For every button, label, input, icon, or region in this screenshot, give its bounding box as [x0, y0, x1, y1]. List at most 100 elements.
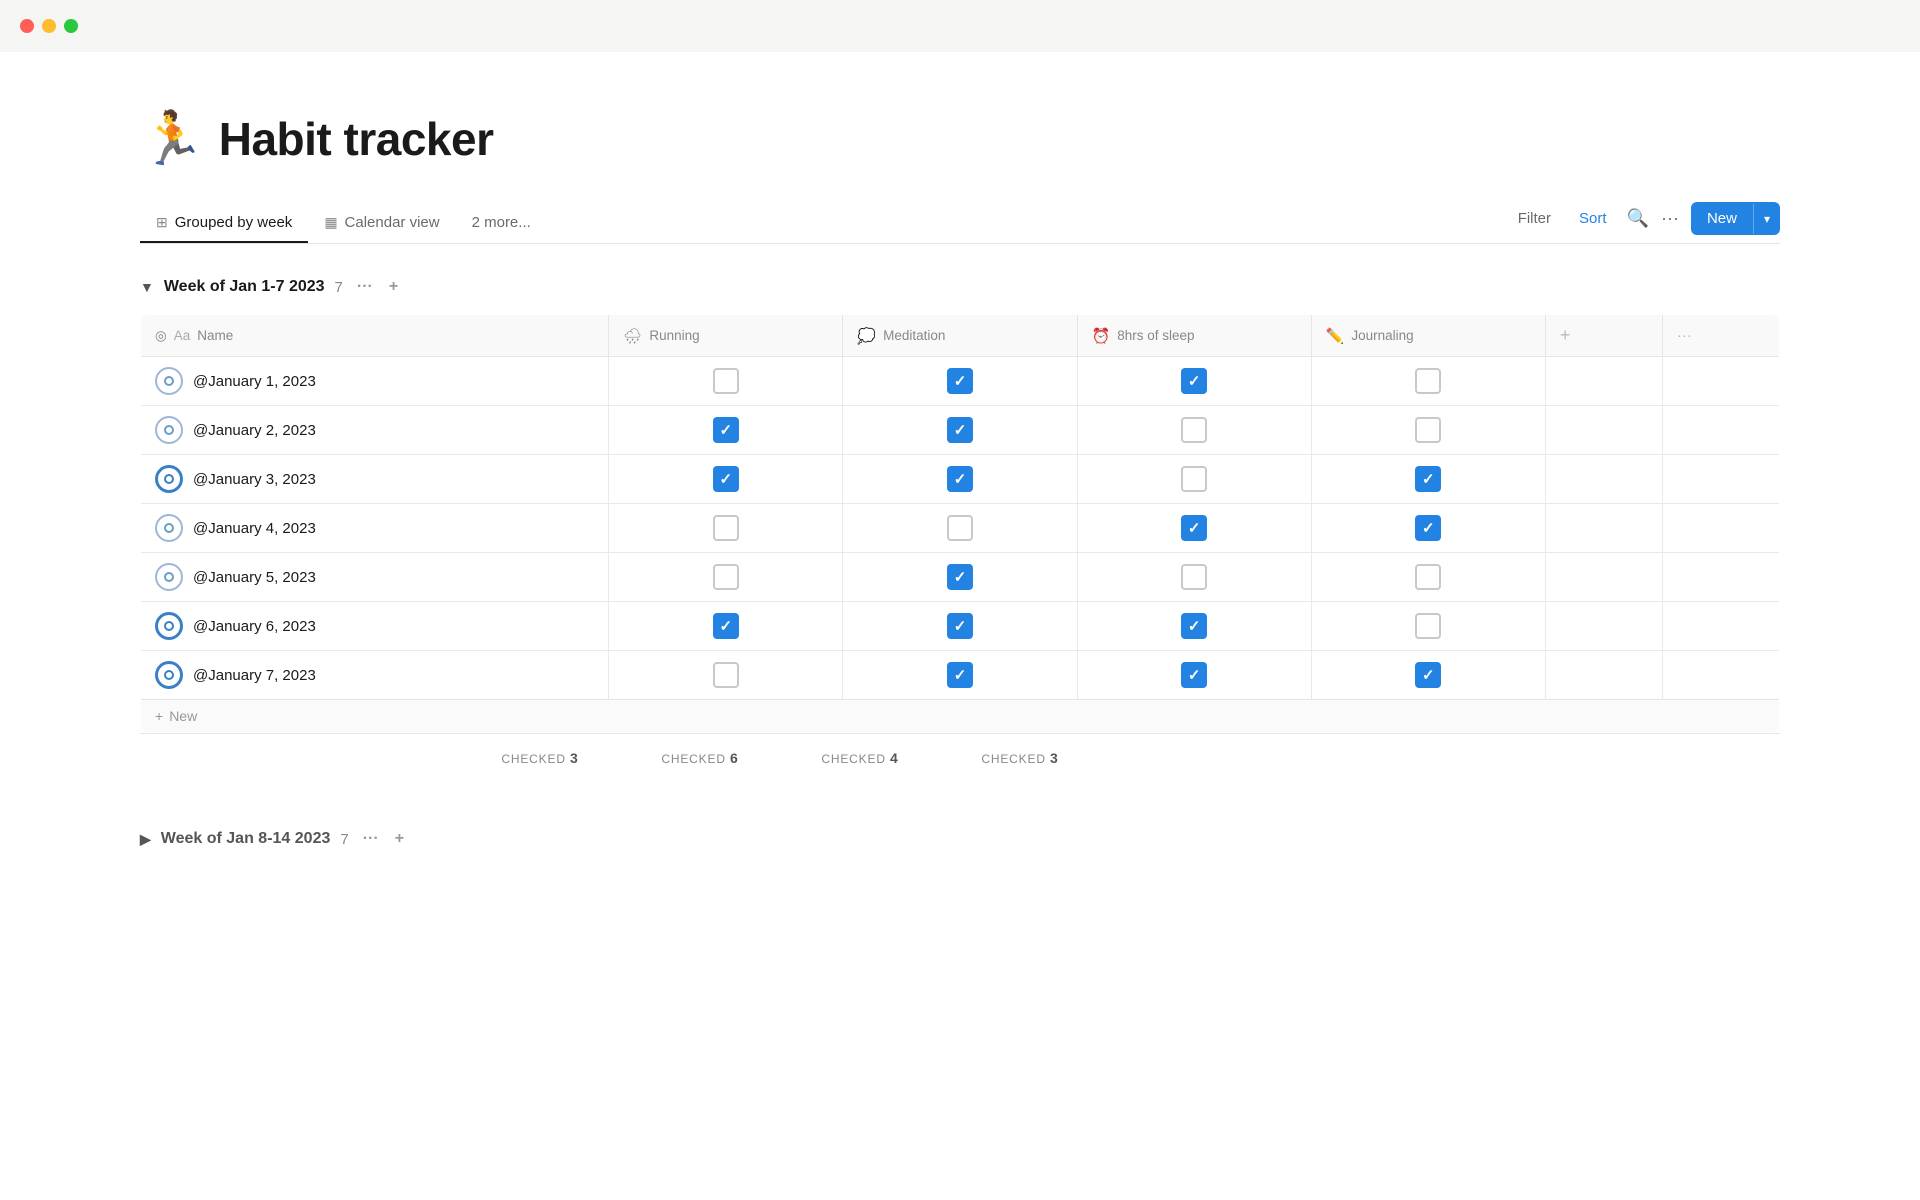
checkbox-checked-icon[interactable] [947, 662, 973, 688]
checkbox-running[interactable] [609, 455, 843, 504]
col-header-more[interactable]: ··· [1662, 315, 1779, 357]
col-header-meditation-label: Meditation [883, 328, 945, 343]
checkbox-meditation[interactable] [843, 357, 1077, 406]
checkbox-checked-icon[interactable] [947, 613, 973, 639]
checkbox-sleep[interactable] [1077, 651, 1311, 700]
checkbox-meditation[interactable] [843, 455, 1077, 504]
checkbox-sleep[interactable] [1077, 602, 1311, 651]
checkbox-sleep[interactable] [1077, 357, 1311, 406]
checkbox-journaling[interactable] [1311, 553, 1545, 602]
checkbox-checked-icon[interactable] [713, 466, 739, 492]
entry-name[interactable]: @January 7, 2023 [193, 667, 316, 684]
checkbox-unchecked-icon[interactable] [1181, 564, 1207, 590]
checkbox-journaling[interactable] [1311, 602, 1545, 651]
week1-header[interactable]: ▼ Week of Jan 1-7 2023 7 ··· + [140, 272, 1780, 302]
week2-add-icon[interactable]: + [391, 828, 408, 850]
checkbox-unchecked-icon[interactable] [1181, 417, 1207, 443]
entry-name[interactable]: @January 3, 2023 [193, 471, 316, 488]
checkbox-checked-icon[interactable] [713, 613, 739, 639]
add-new-entry[interactable]: + New [155, 708, 1765, 724]
meditation-icon: 💭 [857, 327, 876, 345]
tab-calendar-view[interactable]: ▦ Calendar view [308, 204, 455, 243]
close-button[interactable] [20, 19, 34, 33]
checkbox-unchecked-icon[interactable] [713, 368, 739, 394]
table-row: @January 5, 2023 [141, 553, 1780, 602]
checkbox-journaling[interactable] [1311, 651, 1545, 700]
checkbox-unchecked-icon[interactable] [713, 564, 739, 590]
table-header-row: ◎ Aa Name 🌧 Running 💭 [141, 315, 1780, 357]
checkbox-sleep[interactable] [1077, 406, 1311, 455]
col-header-add[interactable]: + [1545, 315, 1662, 357]
summary-text: CHECKED 3 [981, 752, 1058, 766]
filter-button[interactable]: Filter [1510, 206, 1559, 231]
sort-button[interactable]: Sort [1571, 206, 1615, 231]
maximize-button[interactable] [64, 19, 78, 33]
checkbox-checked-icon[interactable] [1415, 466, 1441, 492]
checkbox-unchecked-icon[interactable] [713, 515, 739, 541]
checkbox-checked-icon[interactable] [713, 417, 739, 443]
entry-name[interactable]: @January 6, 2023 [193, 618, 316, 635]
checkbox-sleep[interactable] [1077, 455, 1311, 504]
checkbox-checked-icon[interactable] [1415, 515, 1441, 541]
entry-name[interactable]: @January 4, 2023 [193, 520, 316, 537]
checkbox-meditation[interactable] [843, 406, 1077, 455]
entry-name[interactable]: @January 5, 2023 [193, 569, 316, 586]
checkbox-running[interactable] [609, 357, 843, 406]
week2-more-icon[interactable]: ··· [359, 828, 383, 850]
checkbox-unchecked-icon[interactable] [713, 662, 739, 688]
checkbox-checked-icon[interactable] [1415, 662, 1441, 688]
checkbox-journaling[interactable] [1311, 455, 1545, 504]
week2-header[interactable]: ▶ Week of Jan 8-14 2023 7 ··· + [140, 824, 1780, 854]
col-header-sleep-label: 8hrs of sleep [1117, 328, 1194, 343]
checkbox-unchecked-icon[interactable] [1415, 368, 1441, 394]
checkbox-unchecked-icon[interactable] [1415, 417, 1441, 443]
checkbox-unchecked-icon[interactable] [1415, 564, 1441, 590]
checkbox-meditation[interactable] [843, 504, 1077, 553]
tab-grouped-by-week[interactable]: ⊞ Grouped by week [140, 204, 308, 243]
checkbox-sleep[interactable] [1077, 504, 1311, 553]
checkbox-unchecked-icon[interactable] [947, 515, 973, 541]
checkbox-checked-icon[interactable] [1181, 613, 1207, 639]
minimize-button[interactable] [42, 19, 56, 33]
checkbox-checked-icon[interactable] [1181, 368, 1207, 394]
checkbox-meditation[interactable] [843, 651, 1077, 700]
checkbox-running[interactable] [609, 602, 843, 651]
checkbox-sleep[interactable] [1077, 553, 1311, 602]
checkbox-checked-icon[interactable] [947, 466, 973, 492]
week1-add-icon[interactable]: + [385, 276, 402, 298]
checkbox-running[interactable] [609, 651, 843, 700]
row-more-cell [1662, 455, 1779, 504]
checkbox-checked-icon[interactable] [1181, 662, 1207, 688]
checkbox-checked-icon[interactable] [947, 368, 973, 394]
row-actions-cell [1545, 504, 1662, 553]
checkbox-running[interactable] [609, 553, 843, 602]
checkbox-journaling[interactable] [1311, 504, 1545, 553]
week1-more-icon[interactable]: ··· [353, 276, 377, 298]
more-options-icon[interactable]: ··· [1661, 208, 1679, 229]
table-row: @January 2, 2023 [141, 406, 1780, 455]
checkbox-unchecked-icon[interactable] [1181, 466, 1207, 492]
tab-more[interactable]: 2 more... [456, 204, 547, 243]
new-button-chevron-icon[interactable]: ▾ [1753, 204, 1780, 234]
checkbox-journaling[interactable] [1311, 406, 1545, 455]
summary-sleep: CHECKED 4 [780, 750, 940, 768]
entry-name[interactable]: @January 1, 2023 [193, 373, 316, 390]
checkbox-running[interactable] [609, 406, 843, 455]
habit-table-week1: ◎ Aa Name 🌧 Running 💭 [140, 314, 1780, 733]
checkbox-meditation[interactable] [843, 553, 1077, 602]
checkbox-running[interactable] [609, 504, 843, 553]
page-emoji: 🏃 [140, 113, 205, 165]
checkbox-checked-icon[interactable] [1181, 515, 1207, 541]
table-footer-add-row[interactable]: + New [141, 700, 1780, 733]
week2-group: ▶ Week of Jan 8-14 2023 7 ··· + [140, 824, 1780, 854]
checkbox-journaling[interactable] [1311, 357, 1545, 406]
checkbox-unchecked-icon[interactable] [1415, 613, 1441, 639]
new-button[interactable]: New ▾ [1691, 202, 1780, 235]
checkbox-checked-icon[interactable] [947, 417, 973, 443]
entry-name[interactable]: @January 2, 2023 [193, 422, 316, 439]
search-icon[interactable]: 🔍 [1627, 208, 1649, 229]
name-cell: @January 3, 2023 [141, 455, 609, 504]
checkbox-meditation[interactable] [843, 602, 1077, 651]
checkbox-checked-icon[interactable] [947, 564, 973, 590]
week2-title: Week of Jan 8-14 2023 [161, 830, 331, 848]
